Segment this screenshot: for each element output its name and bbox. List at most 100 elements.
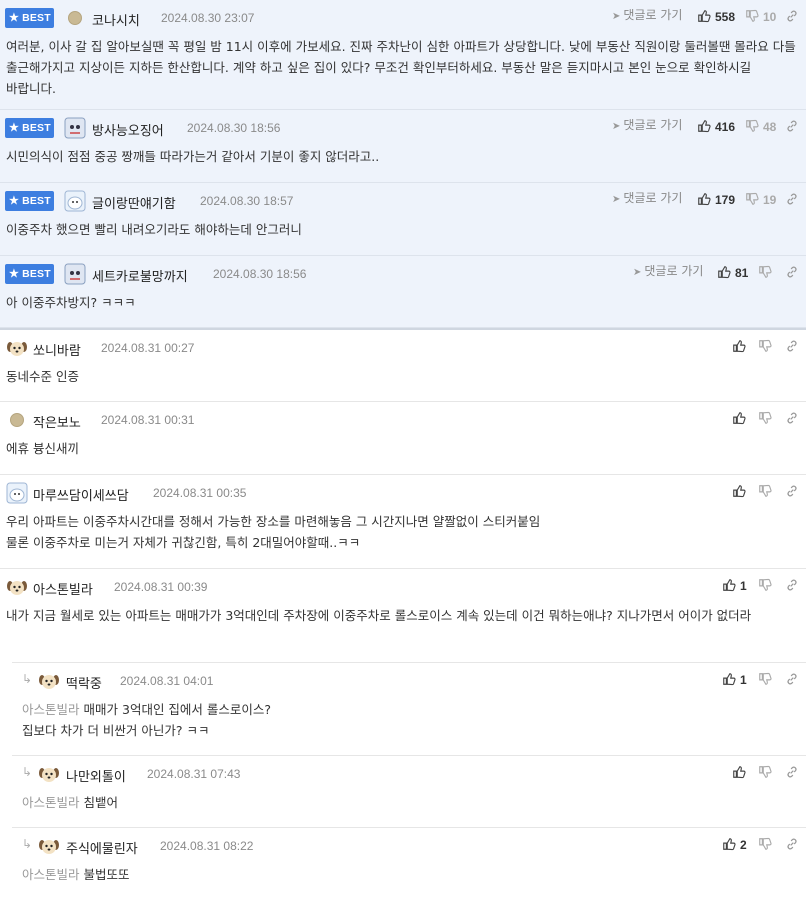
comment-author[interactable]: 쏘니바람: [33, 340, 81, 359]
puppy-avatar[interactable]: [38, 763, 60, 785]
comment-date: 2024.08.31 08:22: [160, 839, 254, 853]
comment-date: 2024.08.30 18:56: [187, 121, 281, 135]
reply-arrow-icon: ↳: [22, 672, 33, 686]
downvote-button[interactable]: [758, 765, 776, 780]
seal-avatar[interactable]: [6, 482, 28, 504]
downvote-button[interactable]: [758, 339, 776, 354]
puppy-avatar[interactable]: [6, 337, 28, 359]
link-button[interactable]: [785, 411, 803, 426]
link-button[interactable]: [785, 9, 803, 24]
goto-comment-link[interactable]: ➤ 댓글로 가기: [612, 189, 682, 206]
mention-tag[interactable]: 아스톤빌라: [22, 702, 80, 717]
puppy-avatar[interactable]: [38, 670, 60, 692]
comment-date: 2024.08.31 04:01: [120, 674, 214, 688]
downvote-button[interactable]: [758, 411, 776, 426]
robot-avatar[interactable]: [64, 263, 86, 285]
comment-author[interactable]: 글이랑딴얘기함: [92, 193, 176, 212]
thumbs-up-icon: [698, 193, 711, 206]
goto-comment-link[interactable]: ➤ 댓글로 가기: [633, 262, 703, 279]
comment-author[interactable]: 작은보노: [33, 412, 81, 431]
comment-author[interactable]: 세트카로불망까지: [92, 266, 188, 285]
downvote-button[interactable]: [758, 484, 776, 499]
best-comment: ★ BEST 글이랑딴얘기함 2024.08.30 18:57 ➤ 댓글로 가기 1…: [0, 183, 806, 256]
comment-text: 동네수준 인증: [6, 369, 79, 384]
reply-arrow-icon: ↳: [22, 765, 33, 779]
thumbs-up-icon: [733, 340, 746, 353]
downvote-button[interactable]: [758, 265, 776, 280]
comment-author[interactable]: 코나시치: [92, 10, 140, 29]
upvote-button[interactable]: 1: [722, 578, 747, 593]
avatar[interactable]: [10, 413, 24, 427]
link-icon: [787, 120, 797, 132]
thumbs-up-icon: [723, 673, 736, 686]
upvote-button[interactable]: 558: [697, 9, 735, 24]
link-button[interactable]: [785, 765, 803, 780]
navigate-arrow-icon: ➤: [612, 121, 621, 132]
reply-text: 불법또또: [83, 867, 130, 882]
thumbs-down-icon: [759, 765, 772, 778]
upvote-button[interactable]: [732, 765, 750, 780]
avatar[interactable]: [68, 11, 82, 25]
thumbs-up-icon: [723, 579, 736, 592]
downvote-button[interactable]: [758, 837, 776, 852]
upvote-button[interactable]: [732, 339, 750, 354]
thumbs-up-icon: [718, 266, 731, 279]
upvote-button[interactable]: [732, 484, 750, 499]
best-comments-section: ★ BEST 코나시치 2024.08.30 23:07 ➤ 댓글로 가기 558 …: [0, 0, 806, 328]
link-icon: [787, 412, 797, 424]
thumbs-down-icon: [759, 484, 772, 497]
upvote-button[interactable]: 1: [722, 672, 747, 687]
link-button[interactable]: [785, 672, 803, 687]
link-button[interactable]: [785, 265, 803, 280]
upvote-button[interactable]: 416: [697, 119, 735, 134]
comment-author[interactable]: 나만외톨이: [66, 766, 126, 785]
seal-avatar[interactable]: [64, 190, 86, 212]
link-button[interactable]: [785, 192, 803, 207]
puppy-avatar[interactable]: [38, 835, 60, 857]
comment-author[interactable]: 주식에물린자: [66, 838, 138, 857]
goto-comment-link[interactable]: ➤ 댓글로 가기: [612, 6, 682, 23]
comment: 쏘니바람 2024.08.31 00:27 동네수준 인증: [0, 330, 806, 402]
thumbs-up-icon: [698, 120, 711, 133]
reply-comment: ↳ 떡락중 2024.08.31 04:01 1 아스톤빌라 매매가 3억대인 집…: [12, 662, 806, 756]
upvote-button[interactable]: 81: [717, 265, 748, 280]
best-badge: ★ BEST: [5, 118, 54, 138]
navigate-arrow-icon: ➤: [633, 267, 642, 278]
downvote-button[interactable]: 10: [745, 9, 776, 24]
best-badge: ★ BEST: [5, 264, 54, 284]
link-button[interactable]: [785, 578, 803, 593]
mention-tag[interactable]: 아스톤빌라: [22, 795, 80, 810]
thumbs-down-icon: [759, 265, 772, 278]
goto-comment-link[interactable]: ➤ 댓글로 가기: [612, 116, 682, 133]
comment-text: 아 이중주차방지? ㅋㅋㅋ: [6, 295, 136, 310]
upvote-button[interactable]: 2: [722, 837, 747, 852]
link-button[interactable]: [785, 837, 803, 852]
link-icon: [787, 266, 797, 278]
upvote-button[interactable]: 179: [697, 192, 735, 207]
comment-author[interactable]: 마루쓰담이세쓰담: [33, 485, 129, 504]
comment-author[interactable]: 방사능오징어: [92, 120, 164, 139]
upvote-button[interactable]: [732, 411, 750, 426]
downvote-button[interactable]: [758, 672, 776, 687]
comment-date: 2024.08.30 23:07: [161, 11, 255, 25]
comment-text: 내가 지금 월세로 있는 아파트는 매매가가 3억대인데 주차장에 이중주차로 …: [6, 608, 752, 623]
comment-date: 2024.08.31 00:35: [153, 486, 247, 500]
best-comment: ★ BEST 세트카로불망까지 2024.08.30 18:56 ➤ 댓글로 가기 …: [0, 256, 806, 328]
link-button[interactable]: [785, 484, 803, 499]
puppy-avatar[interactable]: [6, 576, 28, 598]
downvote-button[interactable]: [758, 578, 776, 593]
thumbs-down-icon: [746, 9, 759, 22]
thumbs-up-icon: [733, 485, 746, 498]
mention-tag[interactable]: 아스톤빌라: [22, 867, 80, 882]
best-badge: ★ BEST: [5, 191, 54, 211]
downvote-button[interactable]: 48: [745, 119, 776, 134]
comment-author[interactable]: 떡락중: [66, 673, 102, 692]
comment-author[interactable]: 아스톤빌라: [33, 579, 93, 598]
star-icon: ★: [9, 122, 20, 134]
downvote-button[interactable]: 19: [745, 192, 776, 207]
robot-avatar[interactable]: [64, 117, 86, 139]
link-button[interactable]: [785, 119, 803, 134]
link-icon: [787, 340, 797, 352]
link-button[interactable]: [785, 339, 803, 354]
reply-comment: ↳ 주식에물린자 2024.08.31 08:22 2 아스톤빌라 불법또또: [12, 828, 806, 900]
